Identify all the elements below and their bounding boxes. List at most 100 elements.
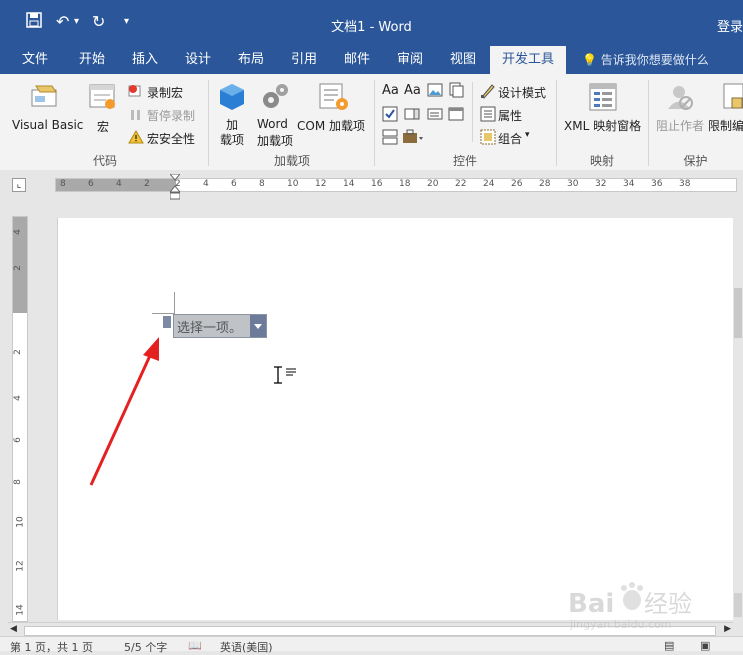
word-addins-line1[interactable]: Word [257,117,288,131]
tab-selector[interactable]: ⌞ [12,178,26,192]
repeating-section-control-icon[interactable] [382,129,398,145]
red-arrow-annotation [89,337,159,486]
properties-button[interactable]: 属性 [498,107,522,124]
ruler-number: 2 [12,349,23,355]
vertical-ruler: 4 2 2 4 6 8 10 12 14 [12,216,28,622]
ibeam-cursor-icon [274,366,282,384]
language-indicator[interactable]: 英语(美国) [220,639,273,655]
macro-security-button[interactable]: 宏安全性 [147,130,195,147]
restrict-editing-button[interactable]: 限制编 [708,117,743,134]
combo-box-control-icon[interactable] [404,106,420,122]
print-layout-icon[interactable]: ▣ [700,639,710,652]
com-addins-button[interactable]: COM 加载项 [297,117,365,134]
ruler-number: 28 [539,179,551,189]
tab-developer[interactable]: 开发工具 [490,46,566,76]
ruler-number: 10 [287,179,299,189]
group-button[interactable]: 组合 [498,130,522,147]
group-label-protect: 保护 [683,154,708,168]
group-dropdown-icon[interactable]: ▾ [525,130,530,140]
scroll-left-arrow-icon[interactable]: ◀ [10,624,17,634]
document-title: 文档1 - Word [331,20,412,35]
tab-layout[interactable]: 布局 [226,46,276,74]
macros-button[interactable]: 宏 [97,118,109,135]
group-icon [480,129,496,145]
rich-text-control-icon[interactable]: Aa [382,83,399,98]
ruler-number: 6 [88,179,94,189]
lightbulb-icon: 💡 [582,53,597,67]
plain-text-control-icon[interactable]: Aa [404,83,421,98]
ruler-number: 6 [231,179,237,189]
visual-basic-icon [31,85,57,107]
pause-recording-button[interactable]: 暂停录制 [147,107,195,124]
ruler-number: 8 [259,179,265,189]
picture-control-icon[interactable] [427,82,443,98]
read-mode-icon[interactable]: ▤ [664,639,674,652]
tab-review[interactable]: 审阅 [384,46,436,74]
ruler-number: 26 [511,179,523,189]
dropdown-list-control-icon[interactable] [427,106,443,122]
ruler-number: 6 [12,437,23,443]
tab-insert[interactable]: 插入 [120,46,170,74]
dropdown-content-control[interactable]: 选择一项。 [173,314,267,338]
ruler-number: 32 [595,179,607,189]
gears-icon [263,84,288,108]
title-bar: ↶ ▾ ↻ ▾ 文档1 - Word 登录 [0,0,743,46]
addins-button-line2[interactable]: 载项 [220,131,244,148]
date-picker-control-icon[interactable] [448,106,464,122]
margin-marker [152,313,174,314]
ruler-number: 30 [567,179,579,189]
group-separator [208,80,209,166]
ruler-number: 2 [175,179,181,189]
tab-references[interactable]: 引用 [278,46,330,74]
visual-basic-button[interactable]: Visual Basic [12,118,83,132]
chevron-down-icon[interactable] [250,315,266,337]
group-label-addins: 加载项 [273,154,310,168]
legacy-tools-icon[interactable] [402,129,424,145]
ribbon-tabs: 文件 开始 插入 设计 布局 引用 邮件 审阅 视图 开发工具 💡 告诉我你想要… [0,46,743,76]
ruler-number: 12 [315,179,327,189]
scroll-thumb[interactable] [734,288,742,338]
restrict-editing-icon [723,83,743,109]
word-addins-line2[interactable]: 加载项 [257,132,293,149]
block-authors-icon [668,86,693,110]
vertical-scrollbar[interactable] [733,218,743,622]
status-bar: 第 1 页，共 1 页 5/5 个字 📖 英语(美国) ▤ ▣ [0,636,743,654]
margin-marker [174,292,175,314]
content-control-handle[interactable] [163,316,171,328]
ruler-number: 22 [455,179,467,189]
ruler-number: 4 [203,179,209,189]
tab-file[interactable]: 文件 [10,46,60,74]
inner-separator [472,82,473,142]
ruler-number: 34 [623,179,635,189]
tab-home[interactable]: 开始 [66,46,118,74]
ruler-number: 4 [12,229,23,235]
tab-design[interactable]: 设计 [172,46,224,74]
properties-icon [480,106,496,122]
tell-me-text: 告诉我你想要做什么 [600,53,709,67]
horizontal-ruler: ⌞ 8 6 4 2 2 4 6 8 10 12 14 16 18 20 22 24 26 28 30 32 34 36 38 [0,170,743,200]
login-link[interactable]: 登录 [717,16,743,35]
checkbox-control-icon[interactable] [382,106,398,122]
page-count[interactable]: 第 1 页，共 1 页 [10,639,93,655]
design-mode-button[interactable]: 设计模式 [498,84,546,101]
group-label-mapping: 映射 [589,154,614,168]
svg-text:经验: 经验 [644,590,692,618]
baidu-watermark: Bai 经验 jingyan.baidu.com [566,578,743,638]
tell-me-box[interactable]: 💡 告诉我你想要做什么 [582,46,709,74]
tab-mailings[interactable]: 邮件 [332,46,382,74]
content-control-placeholder: 选择一项。 [177,321,243,336]
tab-view[interactable]: 视图 [438,46,488,74]
ruler-number: 14 [15,604,26,616]
ruler-number: 8 [12,479,23,485]
ruler-number: 20 [427,179,439,189]
xml-mapping-pane-button[interactable]: XML 映射窗格 [564,117,641,134]
ruler-number: 12 [15,560,26,572]
ruler-strip [55,178,737,192]
block-authors-button[interactable]: 阻止作者 [656,117,704,134]
ruler-number: 4 [116,179,122,189]
ruler-number: 16 [371,179,383,189]
building-block-control-icon[interactable] [448,82,464,98]
proofing-icon[interactable]: 📖 [188,639,202,652]
word-count[interactable]: 5/5 个字 [124,639,167,655]
record-macro-button[interactable]: 录制宏 [147,84,183,101]
